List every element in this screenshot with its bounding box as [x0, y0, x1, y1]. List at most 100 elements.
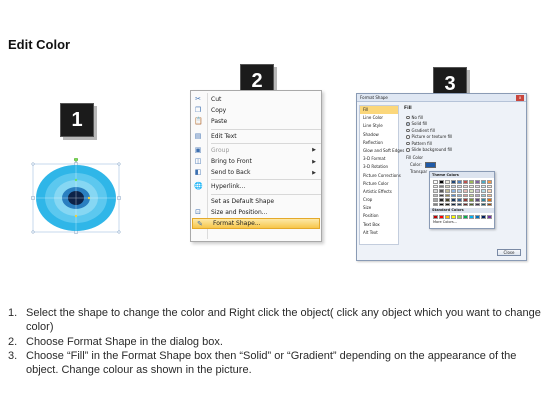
menu-item-send-to-back[interactable]: ◧ Send to Back ▶: [191, 167, 321, 178]
color-swatch[interactable]: [445, 193, 450, 197]
color-dropdown-button[interactable]: [424, 161, 436, 168]
color-swatch[interactable]: [487, 184, 492, 188]
resize-handle-tr[interactable]: [117, 162, 121, 166]
color-swatch[interactable]: [469, 189, 474, 193]
color-swatch[interactable]: [445, 184, 450, 188]
adjust-handle-bottom[interactable]: [74, 214, 78, 218]
category-3-d-rotation[interactable]: 3-D Rotation: [360, 163, 398, 171]
resize-handle-left[interactable]: [31, 196, 35, 200]
color-swatch[interactable]: [475, 184, 480, 188]
category-fill[interactable]: Fill: [360, 106, 398, 115]
radio-button[interactable]: [406, 141, 410, 145]
color-swatch[interactable]: [475, 198, 480, 202]
color-swatch[interactable]: [439, 184, 444, 188]
color-swatch[interactable]: [487, 180, 492, 184]
color-swatch[interactable]: [439, 193, 444, 197]
category-position[interactable]: Position: [360, 212, 398, 220]
color-swatch[interactable]: [487, 189, 492, 193]
radio-button[interactable]: [406, 128, 410, 132]
menu-item-hyperlink[interactable]: 🌐 Hyperlink...: [191, 181, 321, 192]
color-swatch[interactable]: [481, 202, 486, 206]
color-swatch[interactable]: [457, 193, 462, 197]
standard-color-swatch[interactable]: [487, 215, 492, 219]
standard-color-swatch[interactable]: [433, 215, 438, 219]
resize-handle-br[interactable]: [117, 230, 121, 234]
color-swatch[interactable]: [439, 180, 444, 184]
category-picture-color[interactable]: Picture Color: [360, 180, 398, 188]
radio-button[interactable]: [406, 135, 410, 139]
close-button[interactable]: Close: [497, 249, 521, 256]
color-swatch[interactable]: [457, 198, 462, 202]
color-swatch[interactable]: [481, 193, 486, 197]
category-glow-and-soft-edges[interactable]: Glow and Soft Edges: [360, 147, 404, 155]
category-size[interactable]: Size: [360, 204, 398, 212]
resize-handle-tl[interactable]: [31, 162, 35, 166]
color-swatch[interactable]: [457, 184, 462, 188]
color-swatch[interactable]: [433, 184, 438, 188]
color-swatch[interactable]: [457, 189, 462, 193]
menu-item-set-as-default-shape[interactable]: Set as Default Shape: [191, 196, 321, 207]
color-swatch[interactable]: [445, 189, 450, 193]
color-swatch[interactable]: [433, 193, 438, 197]
adjust-handle-right[interactable]: [87, 196, 91, 200]
radio-button[interactable]: [406, 148, 410, 152]
standard-color-swatch[interactable]: [457, 215, 462, 219]
category-shadow[interactable]: Shadow: [360, 131, 398, 139]
color-swatch[interactable]: [463, 189, 468, 193]
category-text-box[interactable]: Text Box: [360, 221, 398, 229]
menu-item-paste[interactable]: 📋 Paste: [191, 116, 321, 127]
color-swatch[interactable]: [481, 180, 486, 184]
resize-handle-right[interactable]: [117, 196, 121, 200]
color-swatch[interactable]: [463, 184, 468, 188]
standard-color-swatch[interactable]: [451, 215, 456, 219]
radio-button[interactable]: [406, 115, 410, 119]
color-swatch[interactable]: [451, 198, 456, 202]
menu-item-bring-to-front[interactable]: ◫ Bring to Front ▶: [191, 156, 321, 167]
color-swatch[interactable]: [451, 189, 456, 193]
color-swatch[interactable]: [439, 198, 444, 202]
color-swatch[interactable]: [433, 198, 438, 202]
color-swatch[interactable]: [469, 198, 474, 202]
standard-color-swatch[interactable]: [445, 215, 450, 219]
color-swatch[interactable]: [451, 184, 456, 188]
standard-color-swatch[interactable]: [481, 215, 486, 219]
more-colors-link[interactable]: More Colors...: [430, 220, 494, 225]
standard-color-swatch[interactable]: [463, 215, 468, 219]
color-swatch[interactable]: [469, 193, 474, 197]
color-swatch[interactable]: [481, 189, 486, 193]
rotation-handle[interactable]: [74, 158, 78, 162]
category-3-d-format[interactable]: 3-D Format: [360, 155, 398, 163]
resize-handle-bl[interactable]: [31, 230, 35, 234]
menu-item-edit-text[interactable]: ▤ Edit Text: [191, 131, 321, 142]
color-swatch[interactable]: [475, 189, 480, 193]
menu-item-group[interactable]: ▣ Group ▶: [191, 145, 321, 156]
color-swatch[interactable]: [439, 189, 444, 193]
standard-color-swatch[interactable]: [475, 215, 480, 219]
category-line-style[interactable]: Line Style: [360, 122, 398, 130]
color-swatch[interactable]: [487, 198, 492, 202]
color-swatch[interactable]: [487, 193, 492, 197]
color-swatch[interactable]: [475, 202, 480, 206]
color-swatch[interactable]: [433, 180, 438, 184]
color-swatch[interactable]: [463, 180, 468, 184]
color-swatch[interactable]: [469, 202, 474, 206]
adjust-handle-top[interactable]: [74, 178, 78, 182]
menu-item-size-and-position[interactable]: ⊡ Size and Position...: [191, 207, 321, 218]
color-swatch[interactable]: [451, 180, 456, 184]
standard-color-swatch[interactable]: [439, 215, 444, 219]
color-swatch[interactable]: [451, 193, 456, 197]
target-shape-graphic[interactable]: [31, 158, 121, 238]
color-swatch[interactable]: [457, 180, 462, 184]
category-reflection[interactable]: Reflection: [360, 139, 398, 147]
color-swatch[interactable]: [481, 198, 486, 202]
color-swatch[interactable]: [433, 189, 438, 193]
menu-item-cut[interactable]: ✂ Cut: [191, 94, 321, 105]
color-swatch[interactable]: [445, 198, 450, 202]
color-swatch[interactable]: [487, 202, 492, 206]
standard-color-swatch[interactable]: [469, 215, 474, 219]
menu-item-format-shape[interactable]: ✎ Format Shape...: [192, 217, 320, 230]
color-swatch[interactable]: [475, 180, 480, 184]
color-swatch[interactable]: [463, 198, 468, 202]
color-swatch[interactable]: [481, 184, 486, 188]
color-swatch[interactable]: [433, 202, 438, 206]
